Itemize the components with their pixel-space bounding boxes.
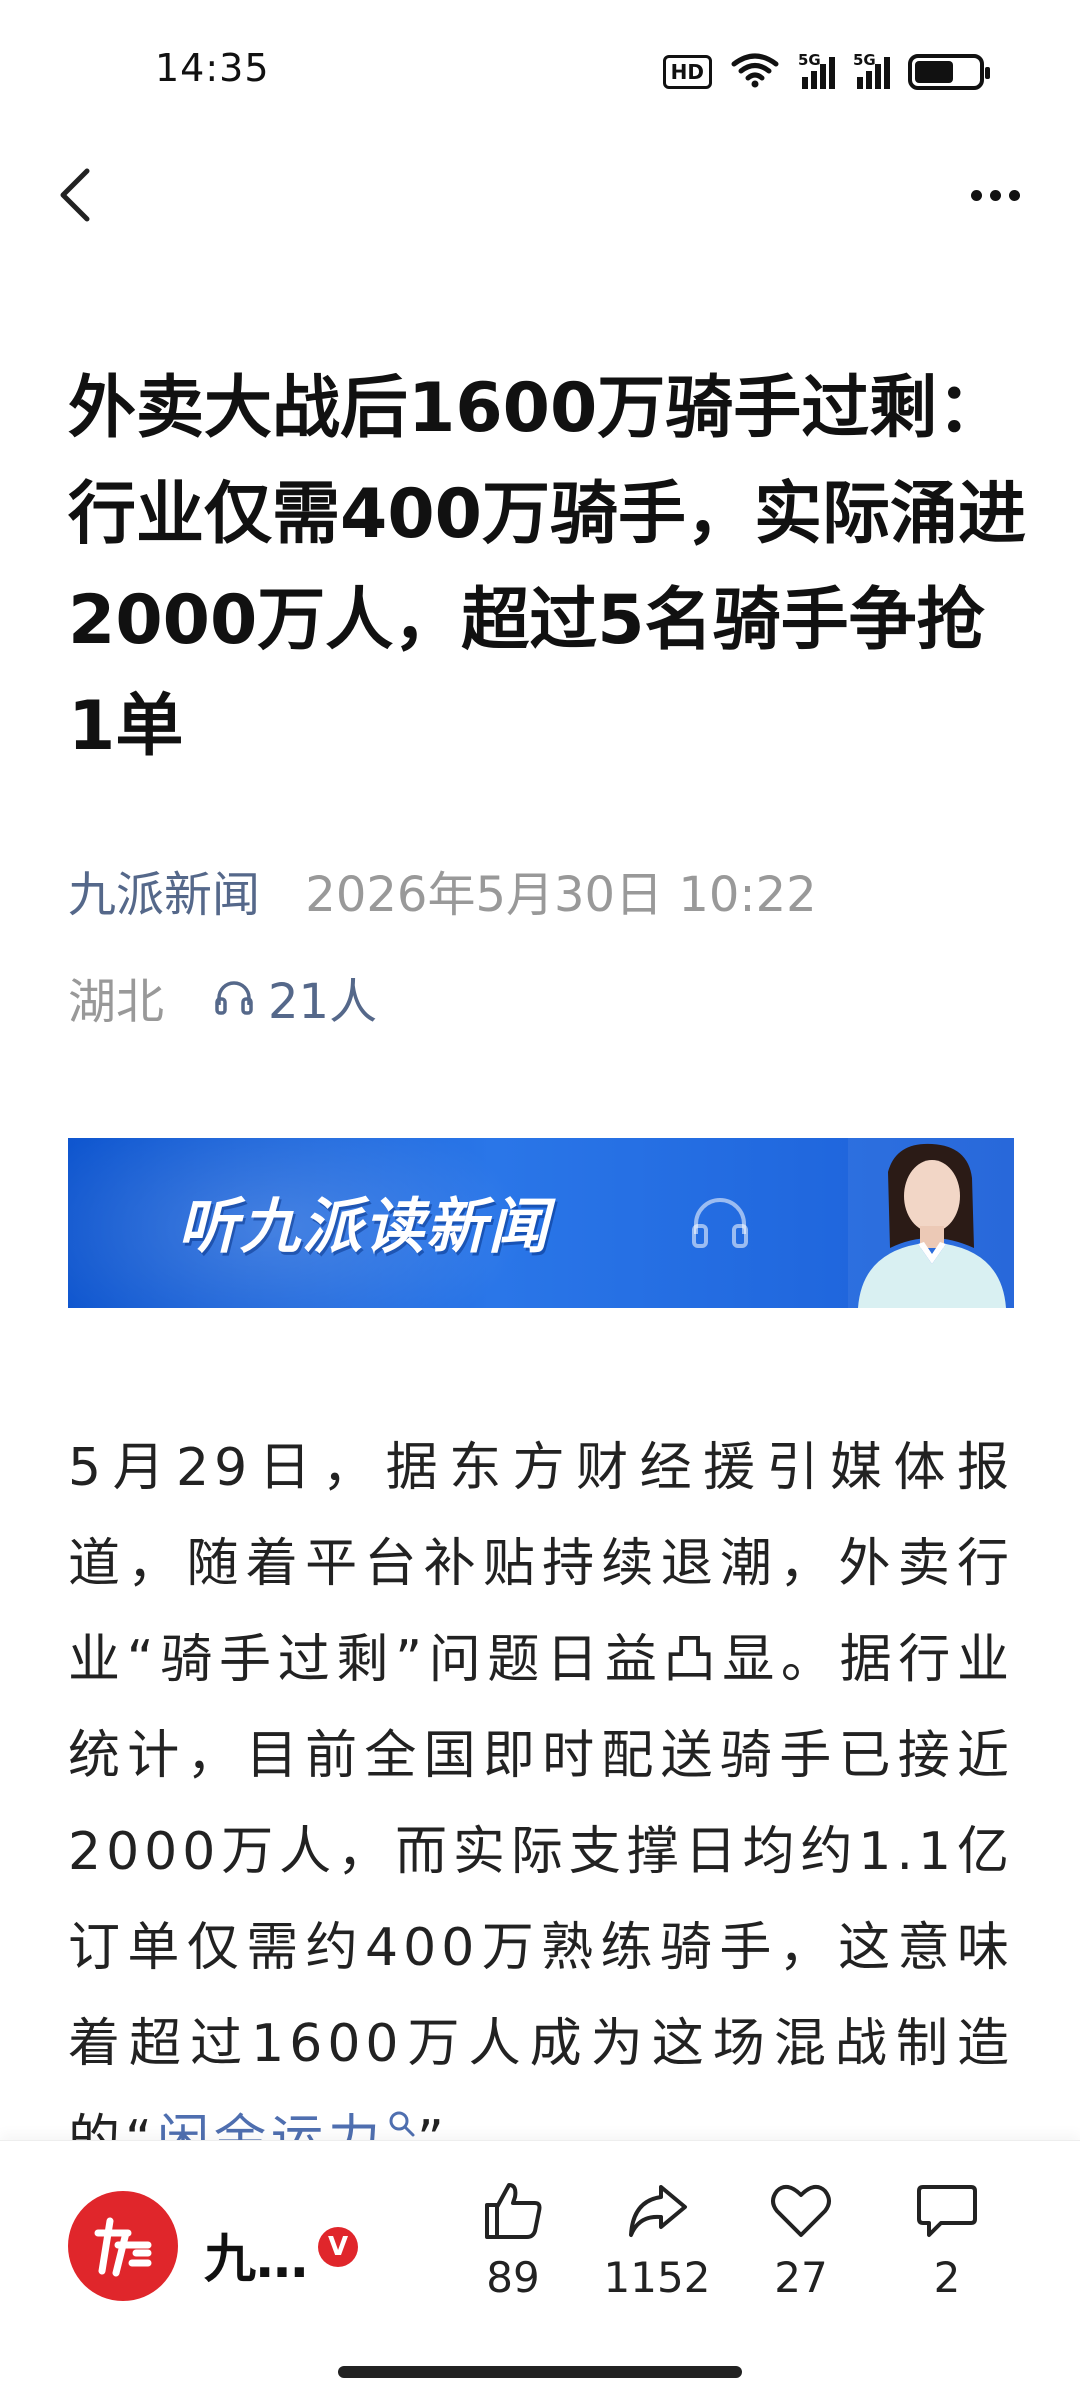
body-paragraph: 5月29日，据东方财经援引媒体报道，随着平台补贴持续退潮，外卖行业“骑手过剩”问… <box>68 1438 1014 2140</box>
hd-icon: HD <box>662 55 712 89</box>
heart-icon <box>771 2184 831 2237</box>
back-button[interactable] <box>40 160 110 230</box>
share-button[interactable]: 1152 <box>587 2179 727 2302</box>
author-avatar[interactable] <box>68 2191 178 2301</box>
banner-headphone-icon <box>692 1198 748 1248</box>
brand-logo-icon <box>94 2217 152 2277</box>
keyword-link-label: 闲余运力 <box>156 2110 385 2140</box>
like-count: 89 <box>486 2253 540 2302</box>
share-count: 1152 <box>603 2253 711 2302</box>
article-title: 外卖大战后1600万骑手过剩：行业仅需400万骑手，实际涌进2000万人，超过5… <box>68 369 1026 766</box>
listeners-count: 21人 <box>214 962 377 1032</box>
verified-badge: V <box>318 2227 358 2267</box>
signal-2-label: 5G <box>853 51 876 69</box>
article-meta-secondary: 湖北 21人 <box>68 962 377 1032</box>
signal-1-icon: 5G <box>798 51 835 89</box>
listen-news-banner[interactable]: 听九派读新闻 <box>68 1138 1014 1308</box>
search-icon <box>389 2111 415 2137</box>
comment-button[interactable]: 2 <box>877 2179 1017 2302</box>
bottom-action-bar: 九… V 89 1152 27 2 <box>0 2140 1080 2400</box>
author-name[interactable]: 九… <box>204 2217 308 2292</box>
publish-time: 2026年5月30日 10:22 <box>305 867 817 923</box>
more-button[interactable] <box>950 160 1040 230</box>
signal-2-icon: 5G <box>853 51 890 89</box>
body-paragraph-end: ” <box>416 2110 449 2140</box>
favorite-button[interactable]: 27 <box>731 2179 871 2302</box>
battery-fill <box>915 61 954 83</box>
news-anchor-image <box>848 1138 1014 1308</box>
status-time: 14:35 <box>155 46 270 90</box>
banner-text: 听九派读新闻 <box>178 1192 550 1262</box>
more-dots-icon <box>970 189 982 201</box>
keyword-link[interactable]: 闲余运力 <box>157 2110 417 2140</box>
battery-icon <box>908 54 990 90</box>
like-button[interactable]: 89 <box>443 2179 583 2302</box>
share-icon <box>629 2185 687 2237</box>
home-indicator[interactable] <box>338 2366 742 2378</box>
chevron-left-icon <box>60 168 90 222</box>
comment-icon <box>917 2185 977 2237</box>
comment-count: 2 <box>933 2253 961 2302</box>
favorite-count: 27 <box>774 2253 828 2302</box>
article-body: 5月29日，据东方财经援引媒体报道，随着平台补贴持续退潮，外卖行业“骑手过剩”问… <box>68 1420 1014 2140</box>
listeners-label: 21人 <box>268 974 378 1030</box>
location-label: 湖北 <box>68 974 165 1030</box>
article-meta: 九派新闻 2026年5月30日 10:22 <box>68 855 817 925</box>
signal-1-label: 5G <box>798 51 821 69</box>
thumbs-up-icon <box>485 2183 542 2239</box>
status-bar: 14:35 HD 5G 5G <box>0 0 1080 140</box>
status-icons: HD 5G 5G <box>662 51 990 92</box>
wifi-icon <box>730 52 780 92</box>
source-link[interactable]: 九派新闻 <box>68 867 260 923</box>
headphone-icon <box>215 981 253 1015</box>
